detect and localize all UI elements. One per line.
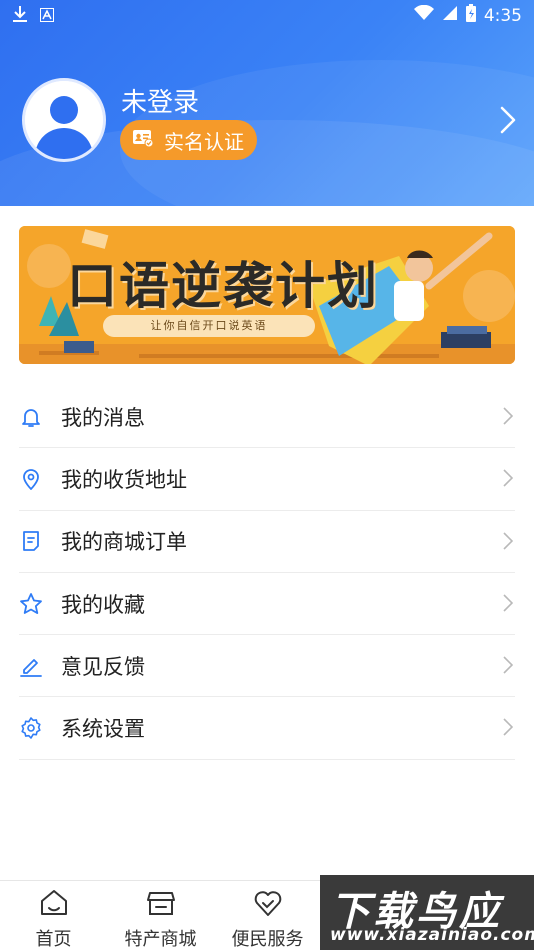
pen-icon	[19, 654, 43, 678]
menu-item-orders[interactable]: 我的商城订单	[19, 511, 515, 573]
menu-item-label: 我的收藏	[61, 592, 145, 617]
menu-item-label: 系统设置	[61, 717, 145, 742]
store-icon	[146, 889, 176, 921]
download-icon	[12, 5, 28, 27]
id-card-icon	[132, 128, 154, 152]
user-name[interactable]: 未登录	[121, 82, 199, 119]
promo-banner[interactable]: 口语逆袭计划 让你自信开口说英语	[19, 226, 515, 364]
chevron-right-icon	[503, 594, 514, 616]
real-name-verify-button[interactable]: 实名认证	[120, 120, 257, 160]
banner-subtitle: 让你自信开口说英语	[103, 315, 315, 337]
chevron-right-icon	[503, 532, 514, 554]
menu-item-label: 我的商城订单	[61, 530, 187, 555]
watermark-logo: 下载鸟应用 www.xiazainiao.com	[320, 875, 534, 950]
tab-specialty-mall[interactable]: 特产商城	[107, 881, 214, 950]
menu-item-settings[interactable]: 系统设置	[19, 697, 515, 760]
menu-item-address[interactable]: 我的收货地址	[19, 448, 515, 511]
menu-item-label: 我的消息	[61, 405, 145, 430]
tab-label: 便民服务	[231, 929, 304, 950]
menu-item-messages[interactable]: 我的消息	[19, 386, 515, 449]
wifi-icon	[413, 4, 434, 26]
menu-item-favorites[interactable]: 我的收藏	[19, 573, 515, 636]
menu-item-label: 我的收货地址	[61, 467, 187, 492]
chevron-right-icon	[503, 718, 514, 740]
menu-item-feedback[interactable]: 意见反馈	[19, 635, 515, 698]
tab-label: 特产商城	[124, 929, 197, 950]
home-icon	[39, 889, 69, 921]
verify-label: 实名认证	[164, 129, 244, 154]
heart-hands-icon	[253, 889, 283, 921]
chevron-right-icon	[503, 407, 514, 429]
chevron-right-icon	[503, 469, 514, 491]
app-notification-icon	[40, 7, 54, 26]
menu-list: 我的消息 我的收货地址 我的商城订单 我的收藏 意见反馈 系统设置	[19, 386, 515, 760]
star-icon	[19, 592, 43, 616]
menu-item-label: 意见反馈	[61, 654, 145, 679]
watermark-url: www.xiazainiao.com	[330, 925, 534, 945]
battery-icon	[465, 4, 476, 27]
bell-icon	[19, 405, 43, 429]
clock-time: 4:35	[483, 5, 522, 26]
user-avatar-icon	[25, 81, 103, 159]
tab-home[interactable]: 首页	[0, 881, 107, 950]
tab-convenience-service[interactable]: 便民服务	[214, 881, 321, 950]
tab-label: 首页	[35, 929, 72, 950]
gear-icon	[19, 716, 43, 740]
status-bar: 4:35	[0, 0, 534, 30]
order-doc-icon	[19, 529, 43, 553]
profile-chevron-right-icon[interactable]	[500, 106, 516, 138]
location-pin-icon	[19, 467, 43, 491]
chevron-right-icon	[503, 656, 514, 678]
signal-icon	[442, 5, 458, 26]
banner-title: 口语逆袭计划	[67, 257, 379, 315]
avatar[interactable]	[22, 78, 106, 162]
